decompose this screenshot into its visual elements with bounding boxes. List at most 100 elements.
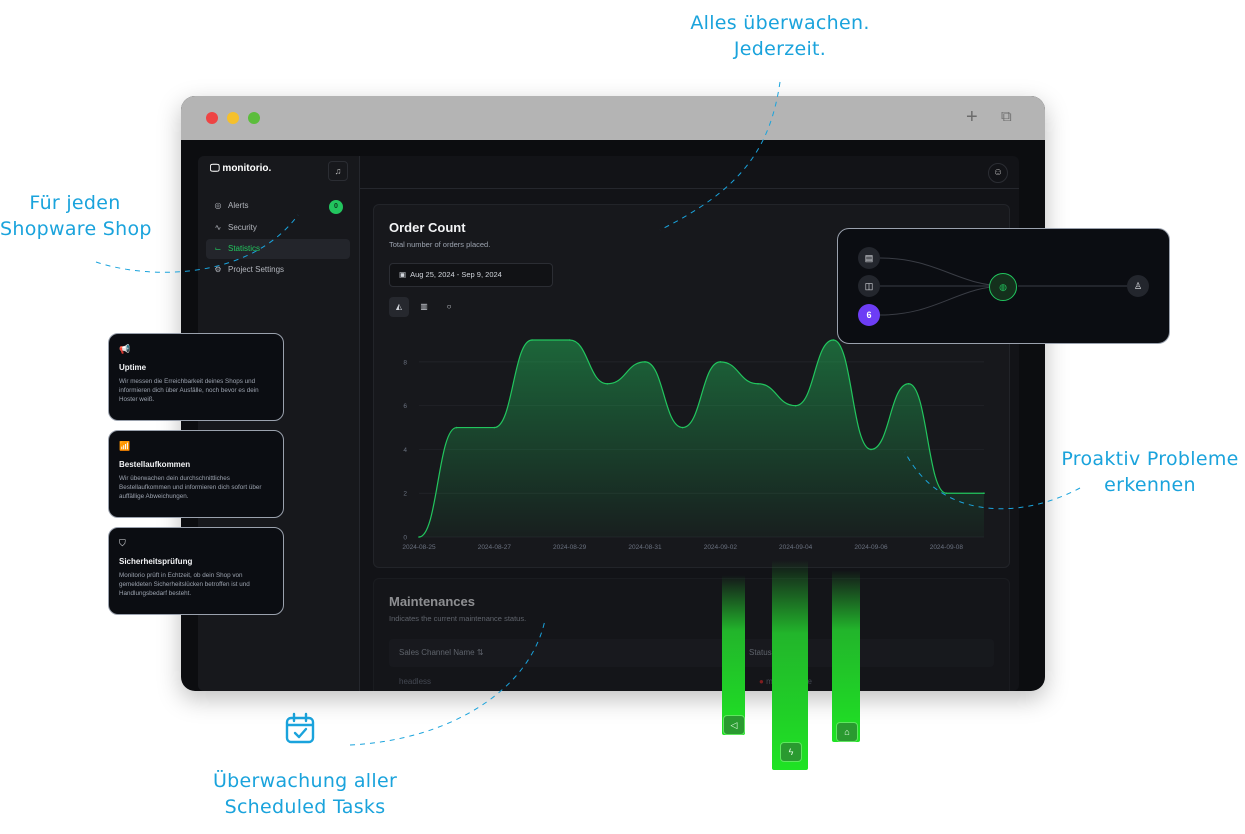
area-fill	[419, 340, 984, 537]
sidebar-item-security[interactable]: ∿ Security	[206, 218, 350, 238]
data-point	[418, 536, 420, 538]
window-titlebar: + ⧉	[181, 96, 1045, 140]
data-point	[719, 361, 722, 363]
sidebar-item-project-settings[interactable]: ⚙ Project Settings	[206, 260, 350, 280]
y-tick-label: 6	[403, 403, 407, 410]
monitor-icon: 🖵	[210, 163, 223, 174]
feature-text: Wir messen die Erreichbarkeit deines Sho…	[119, 378, 259, 403]
column-sales-channel-name[interactable]: Sales Channel Name ⇅	[399, 639, 484, 667]
data-point	[983, 492, 985, 495]
gear-icon: ⚙	[214, 265, 222, 274]
annotation-line: Proaktiv Probleme	[1061, 448, 1239, 470]
annotation-every-shop: Für jeden Shopware Shop	[0, 190, 152, 242]
activity-icon: ∿	[214, 223, 222, 232]
radar-icon: ◎	[214, 201, 222, 210]
annotation-line: Shopware Shop	[0, 218, 152, 240]
lightning-icon[interactable]: ϟ	[780, 742, 802, 762]
data-point	[644, 361, 646, 363]
y-tick-label: 4	[403, 447, 407, 454]
sidebar-item-statistics[interactable]: ⌙ Statistics	[206, 239, 350, 259]
minimize-window-dot[interactable]	[227, 112, 239, 124]
x-tick-label: 2024-09-06	[854, 544, 888, 551]
row-name: headless	[399, 677, 432, 686]
card-subtitle: Indicates the current maintenance status…	[389, 614, 527, 623]
chart-icon: ⌙	[214, 244, 222, 253]
x-tick-label: 2024-08-29	[553, 544, 587, 551]
feature-title: Uptime	[119, 363, 147, 372]
sidebar-item-label: Alerts	[228, 201, 249, 210]
x-tick-label: 2024-08-31	[628, 544, 662, 551]
brand-name: monitorio.	[222, 163, 272, 174]
y-tick-label: 2	[403, 491, 407, 498]
signal-icon: 📶	[119, 441, 131, 451]
megaphone-icon: 📢	[119, 344, 131, 354]
annotation-line: Überwachung aller	[212, 770, 398, 792]
calendar-check-icon	[285, 712, 315, 744]
new-tab-icon[interactable]: +	[966, 106, 978, 129]
browser-window: + ⧉ 🖵 monitorio. ♫ ◎ Alerts 0 ∿ Security ⌙…	[181, 96, 1045, 691]
user-avatar-icon[interactable]: ☺	[988, 163, 1008, 183]
x-tick-label: 2024-08-27	[478, 544, 512, 551]
card-title: Maintenances	[389, 594, 475, 609]
user-icon: ♙	[1127, 275, 1149, 297]
table-header: Sales Channel Name ⇅ Status	[389, 639, 994, 667]
data-point	[531, 339, 533, 341]
x-tick-label: 2024-08-25	[402, 544, 436, 551]
ticket-icon[interactable]: ⌂	[836, 722, 858, 742]
annotation-monitor-all: Alles überwachen. Jederzeit.	[690, 10, 870, 62]
feature-text: Monitorio prüft in Echtzeit, ob dein Sho…	[119, 572, 250, 597]
data-point	[832, 339, 835, 341]
x-tick-label: 2024-09-04	[779, 544, 813, 551]
sidebar-item-label: Statistics	[228, 244, 261, 253]
data-point	[757, 382, 759, 385]
data-point	[945, 492, 948, 495]
alerts-count-badge: 0	[329, 200, 343, 214]
send-icon[interactable]: ◁	[723, 715, 745, 735]
bell-icon[interactable]: ♫	[328, 161, 348, 181]
y-tick-label: 8	[403, 359, 407, 366]
data-point	[907, 382, 910, 385]
data-point	[493, 426, 496, 429]
data-point	[794, 404, 797, 407]
shield-icon: ⛉	[119, 538, 126, 548]
annotation-line: Alles überwachen.	[690, 12, 870, 34]
server-icon: ▤	[858, 247, 880, 269]
x-tick-label: 2024-09-02	[704, 544, 738, 551]
globe-icon: ◍	[989, 273, 1017, 301]
annotation-line: Scheduled Tasks	[224, 796, 386, 818]
x-tick-label: 2024-09-08	[930, 544, 964, 551]
integration-flow-card: ▤ ◫ 6 ◍ ♙	[837, 228, 1170, 344]
data-point	[455, 426, 458, 429]
annotation-line: Jederzeit.	[733, 38, 827, 60]
maintenances-card: Maintenances Indicates the current maint…	[373, 578, 1010, 691]
data-point	[568, 339, 571, 341]
task-bar-2	[772, 560, 808, 770]
column-status[interactable]: Status	[749, 639, 772, 667]
annotation-line: Für jeden	[29, 192, 121, 214]
sidebar-item-label: Project Settings	[228, 265, 285, 274]
feature-title: Bestellaufkommen	[119, 460, 191, 469]
task-bar-1	[722, 575, 745, 735]
tabs-overview-icon[interactable]: ⧉	[1001, 108, 1012, 125]
feature-text: Wir überwachen dein durchschnittliches B…	[119, 475, 262, 500]
table-row: headless ● maintenance	[399, 677, 999, 686]
task-bar-3	[832, 570, 860, 742]
status-dot-icon: ●	[759, 677, 764, 686]
data-point	[606, 382, 609, 385]
maximize-window-dot[interactable]	[248, 112, 260, 124]
sidebar-item-label: Security	[228, 223, 257, 232]
feature-card-uptime: 📢 Uptime Wir messen die Erreichbarkeit d…	[108, 333, 284, 421]
shopware-logo: 6	[858, 304, 880, 326]
data-point	[870, 448, 872, 451]
brand-logo[interactable]: 🖵 monitorio.	[210, 163, 271, 174]
annotation-tasks: Überwachung aller Scheduled Tasks	[210, 768, 400, 820]
feature-card-orders: 📶 Bestellaufkommen Wir überwachen dein d…	[108, 430, 284, 518]
top-bar	[360, 156, 1019, 189]
y-tick-label: 0	[403, 535, 407, 542]
feature-title: Sicherheitsprüfung	[119, 557, 193, 566]
data-point	[681, 426, 684, 429]
annotation-proactive: Proaktiv Probleme erkennen	[1058, 446, 1242, 498]
close-window-dot[interactable]	[206, 112, 218, 124]
feature-card-security: ⛉ Sicherheitsprüfung Monitorio prüft in …	[108, 527, 284, 615]
database-icon: ◫	[858, 275, 880, 297]
